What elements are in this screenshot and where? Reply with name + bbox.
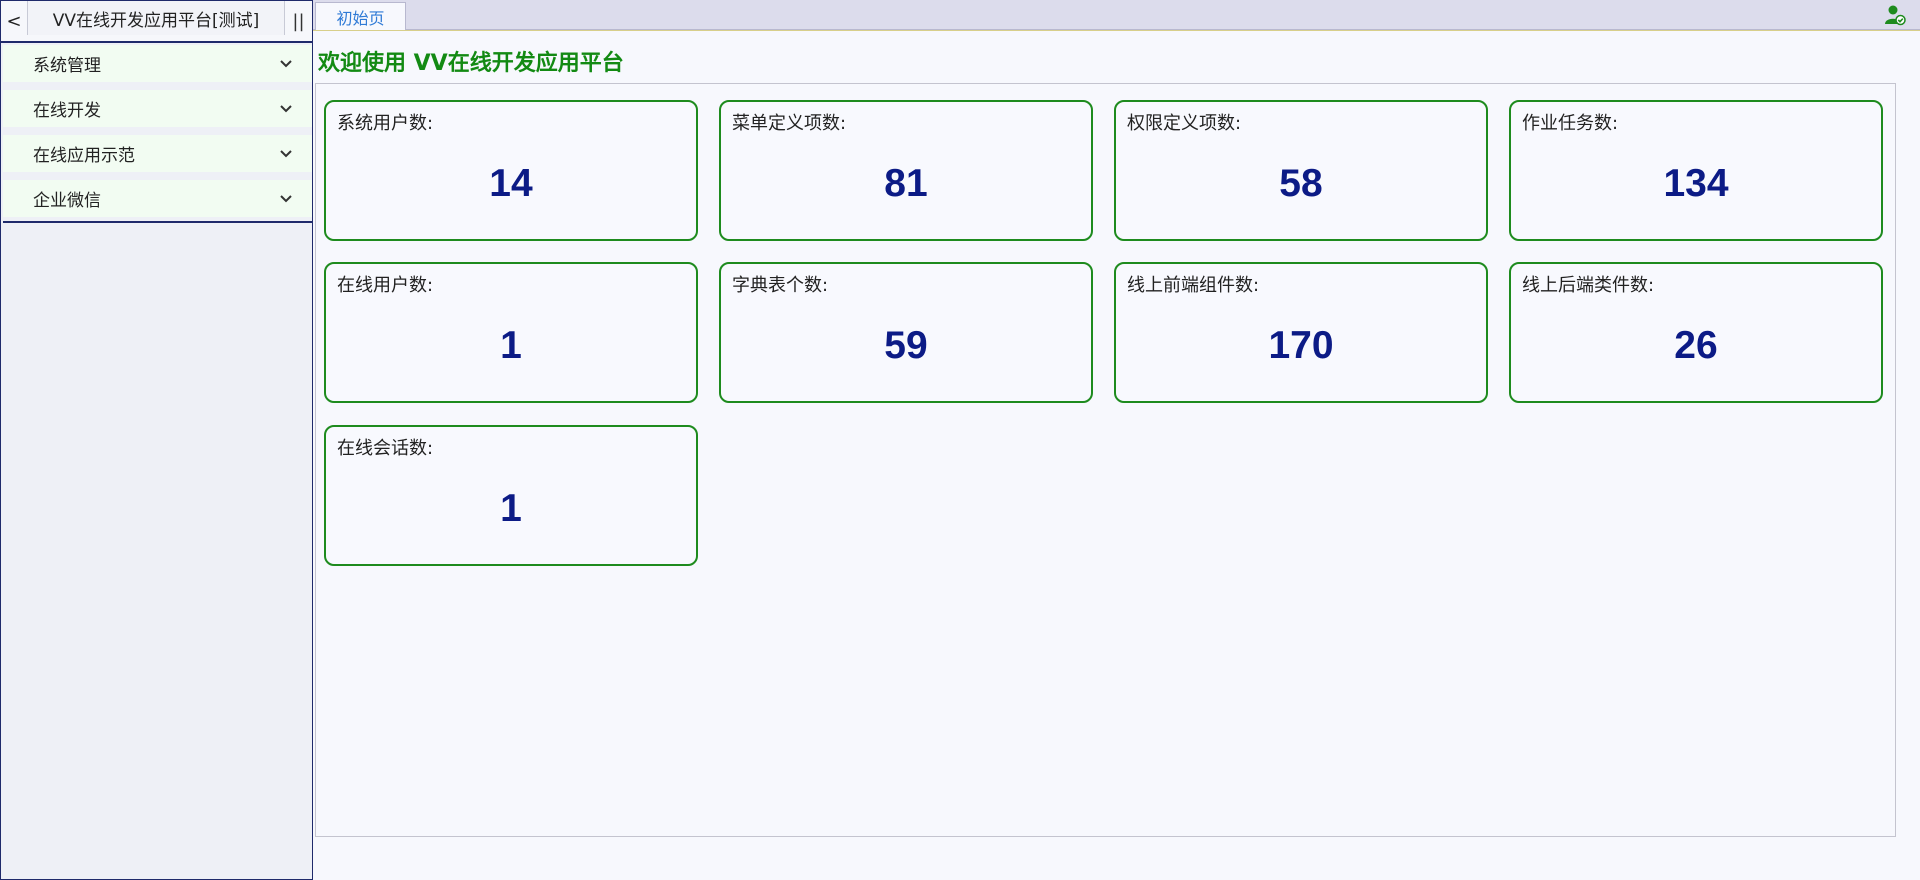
sidebar-item-label: 在线开发 <box>33 101 101 121</box>
stat-card-job-tasks: 作业任务数: 134 <box>1509 100 1883 241</box>
page-title: 欢迎使用 VV在线开发应用平台 <box>318 51 624 76</box>
stat-label: 在线用户数: <box>337 275 434 296</box>
collapse-sidebar-button[interactable]: < <box>1 1 27 41</box>
stat-label: 系统用户数: <box>337 113 434 134</box>
stat-value: 1 <box>500 324 522 367</box>
stat-card-frontend-components: 线上前端组件数: 170 <box>1114 262 1488 403</box>
sidebar-item-online-app-demo[interactable]: 在线应用示范 <box>3 135 312 172</box>
chevron-down-icon <box>280 191 292 207</box>
stat-value: 14 <box>489 162 533 205</box>
chevron-down-icon <box>280 146 292 162</box>
stats-panel: 系统用户数: 14 菜单定义项数: 81 权限定义项数: 58 作业任务数: 1… <box>315 83 1896 837</box>
resize-handle-button[interactable]: || <box>285 1 312 41</box>
tab-home[interactable]: 初始页 <box>315 2 406 30</box>
sidebar-menu: 系统管理 在线开发 在线应用示范 企业微信 <box>3 45 312 223</box>
stat-card-dictionary-tables: 字典表个数: 59 <box>719 262 1093 403</box>
sidebar: < VV在线开发应用平台[测试] || 系统管理 在线开发 在线应用示范 企业微… <box>0 0 313 880</box>
chevron-down-icon <box>280 56 292 72</box>
stat-value: 26 <box>1674 324 1718 367</box>
stat-card-permission-items: 权限定义项数: 58 <box>1114 100 1488 241</box>
chevron-down-icon <box>280 101 292 117</box>
sidebar-item-online-development[interactable]: 在线开发 <box>3 90 312 127</box>
stat-value: 59 <box>884 324 928 367</box>
sidebar-item-label: 系统管理 <box>33 56 101 76</box>
stat-value: 58 <box>1279 162 1323 205</box>
stat-label: 字典表个数: <box>732 275 829 296</box>
sidebar-item-system-management[interactable]: 系统管理 <box>3 45 312 82</box>
stat-label: 权限定义项数: <box>1127 113 1242 134</box>
stat-label: 在线会话数: <box>337 438 434 459</box>
main-content: 欢迎使用 VV在线开发应用平台 系统用户数: 14 菜单定义项数: 81 权限定… <box>313 30 1920 880</box>
stat-card-online-sessions: 在线会话数: 1 <box>324 425 698 566</box>
stat-card-online-users: 在线用户数: 1 <box>324 262 698 403</box>
stat-label: 作业任务数: <box>1522 113 1619 134</box>
sidebar-item-enterprise-wechat[interactable]: 企业微信 <box>3 180 312 217</box>
stat-card-menu-items: 菜单定义项数: 81 <box>719 100 1093 241</box>
stat-card-system-users: 系统用户数: 14 <box>324 100 698 241</box>
stat-value: 134 <box>1663 162 1729 205</box>
tab-bar: 初始页 <box>313 0 1920 30</box>
sidebar-header: < VV在线开发应用平台[测试] || <box>1 1 312 43</box>
stat-label: 线上前端组件数: <box>1127 275 1260 296</box>
stat-value: 1 <box>500 487 522 530</box>
stat-label: 线上后端类件数: <box>1522 275 1655 296</box>
user-status-icon[interactable] <box>1884 4 1906 26</box>
stat-value: 170 <box>1268 324 1334 367</box>
stat-value: 81 <box>884 162 928 205</box>
sidebar-item-label: 在线应用示范 <box>33 146 135 166</box>
stat-label: 菜单定义项数: <box>732 113 847 134</box>
sidebar-item-label: 企业微信 <box>33 191 101 211</box>
stat-card-backend-classes: 线上后端类件数: 26 <box>1509 262 1883 403</box>
app-title: VV在线开发应用平台[测试] <box>27 1 285 35</box>
